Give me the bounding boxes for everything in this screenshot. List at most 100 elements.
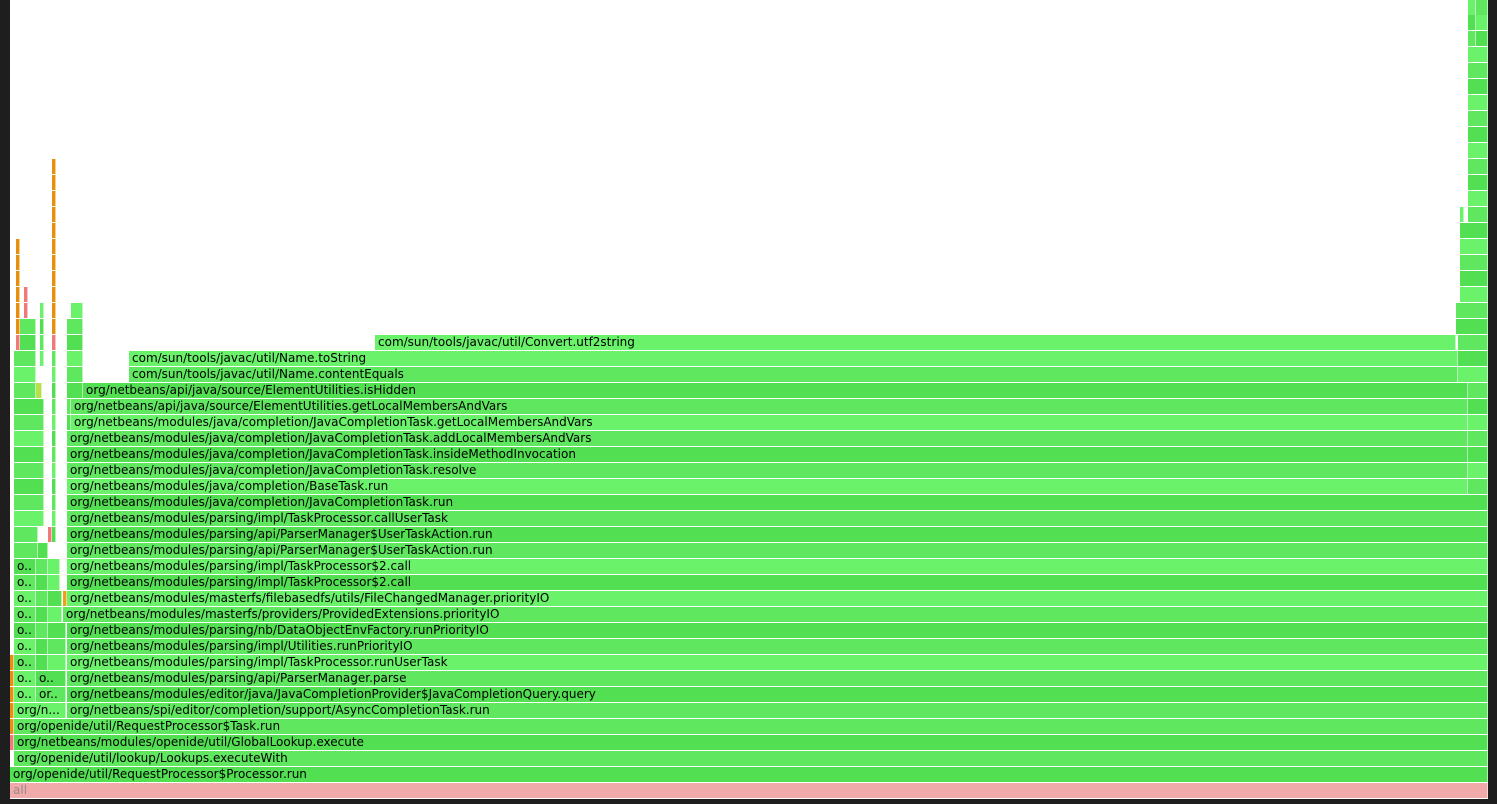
flame-frame[interactable]	[52, 319, 56, 334]
flame-frame[interactable]: org/netbeans/modules/masterfs/providers/…	[63, 607, 1488, 622]
flame-frame[interactable]: o..	[14, 591, 36, 606]
flame-frame[interactable]	[36, 591, 48, 606]
flame-frame[interactable]	[52, 207, 56, 222]
flame-frame[interactable]	[52, 511, 56, 526]
flame-frame[interactable]: o..	[14, 575, 36, 590]
flame-frame[interactable]: org/n...	[14, 703, 66, 718]
flame-frame[interactable]	[14, 463, 44, 478]
flame-frame[interactable]	[48, 559, 60, 574]
flame-frame[interactable]	[52, 159, 56, 174]
flame-frame[interactable]	[1468, 191, 1488, 206]
flame-frame[interactable]: org/netbeans/modules/openide/util/Global…	[14, 735, 1488, 750]
flame-frame[interactable]: org/netbeans/modules/java/completion/Jav…	[67, 495, 1488, 510]
flame-frame[interactable]: o..	[14, 687, 36, 702]
flame-frame[interactable]	[71, 303, 83, 318]
flame-frame[interactable]	[1468, 63, 1488, 78]
flame-frame[interactable]	[20, 335, 36, 350]
flame-frame[interactable]	[1468, 383, 1488, 398]
flame-frame[interactable]	[14, 495, 44, 510]
flame-frame[interactable]	[1468, 463, 1488, 478]
flame-frame[interactable]	[40, 351, 44, 366]
flame-frame[interactable]	[1476, 0, 1488, 15]
flame-frame[interactable]: or..	[36, 687, 66, 702]
flame-frame[interactable]	[40, 335, 44, 350]
flame-frame[interactable]	[52, 479, 56, 494]
flame-frame[interactable]: com/sun/tools/javac/util/Name.contentEqu…	[129, 367, 1458, 382]
flame-frame[interactable]	[40, 303, 44, 318]
flame-frame[interactable]	[16, 255, 20, 270]
flame-frame[interactable]	[48, 623, 66, 638]
flame-frame[interactable]: org/netbeans/modules/parsing/impl/TaskPr…	[67, 655, 1488, 670]
flame-frame[interactable]	[67, 351, 83, 366]
flame-frame[interactable]: o..	[14, 623, 36, 638]
flame-frame[interactable]	[36, 623, 48, 638]
flame-frame[interactable]	[1476, 15, 1488, 30]
flame-frame[interactable]	[67, 383, 83, 398]
flame-frame[interactable]: org/netbeans/modules/parsing/api/ParserM…	[67, 527, 1488, 542]
flame-frame[interactable]	[16, 303, 20, 318]
flame-frame[interactable]	[52, 191, 56, 206]
flame-frame[interactable]	[48, 607, 62, 622]
flame-frame[interactable]: org/netbeans/modules/parsing/impl/TaskPr…	[67, 559, 1488, 574]
flame-frame[interactable]: o..	[14, 607, 36, 622]
flame-frame[interactable]	[1456, 319, 1488, 334]
flame-frame[interactable]	[52, 399, 56, 414]
flame-frame[interactable]: com/sun/tools/javac/util/Convert.utf2str…	[375, 335, 1456, 350]
flame-frame[interactable]	[52, 463, 56, 478]
flame-frame[interactable]	[67, 415, 71, 430]
flame-frame[interactable]	[16, 287, 20, 302]
flame-frame[interactable]	[1468, 431, 1488, 446]
flame-frame[interactable]: org/netbeans/spi/editor/completion/suppo…	[67, 703, 1488, 718]
flame-frame[interactable]	[52, 527, 56, 542]
flame-frame[interactable]	[1468, 175, 1488, 190]
flame-frame[interactable]	[48, 655, 66, 670]
flame-frame[interactable]: o..	[14, 655, 36, 670]
flame-frame[interactable]	[52, 431, 56, 446]
flame-frame[interactable]: org/netbeans/modules/java/completion/Jav…	[67, 447, 1468, 462]
flame-frame[interactable]	[1468, 47, 1488, 62]
flame-frame[interactable]	[1458, 351, 1488, 366]
flame-frame[interactable]	[36, 655, 48, 670]
flame-frame[interactable]: org/openide/util/lookup/Lookups.executeW…	[14, 751, 1488, 766]
flame-frame[interactable]	[67, 335, 83, 350]
flame-frame[interactable]	[1476, 31, 1488, 46]
flame-frame[interactable]: org/netbeans/api/java/source/ElementUtil…	[83, 383, 1468, 398]
flame-frame[interactable]	[67, 367, 83, 382]
flame-frame[interactable]	[1460, 223, 1488, 238]
flame-frame[interactable]: org/netbeans/modules/parsing/impl/TaskPr…	[67, 511, 1488, 526]
flame-frame[interactable]	[10, 719, 14, 734]
flame-frame[interactable]	[1468, 479, 1488, 494]
flame-frame[interactable]: o..	[14, 559, 36, 574]
flame-frame[interactable]	[1468, 0, 1476, 15]
flame-frame[interactable]	[52, 383, 56, 398]
flame-frame[interactable]	[24, 303, 28, 318]
flame-frame[interactable]	[1460, 207, 1464, 222]
flame-frame[interactable]: org/netbeans/modules/parsing/api/ParserM…	[67, 671, 1488, 686]
flame-frame[interactable]: org/netbeans/modules/parsing/impl/Utilit…	[67, 639, 1488, 654]
flame-frame[interactable]: org/netbeans/api/java/source/ElementUtil…	[71, 399, 1468, 414]
flame-frame[interactable]	[1468, 31, 1476, 46]
flame-frame[interactable]	[14, 447, 44, 462]
flame-frame[interactable]	[52, 223, 56, 238]
flame-frame[interactable]	[52, 415, 56, 430]
flame-frame[interactable]: o..	[36, 671, 66, 686]
flame-frame[interactable]	[52, 367, 56, 382]
flame-frame[interactable]	[38, 543, 48, 558]
flame-frame[interactable]	[48, 639, 66, 654]
flame-frame[interactable]: org/openide/util/RequestProcessor$Task.r…	[14, 719, 1488, 734]
flame-frame[interactable]	[1460, 287, 1488, 302]
flame-frame[interactable]	[14, 431, 44, 446]
flame-frame[interactable]: org/netbeans/modules/masterfs/filebasedf…	[67, 591, 1488, 606]
flame-frame[interactable]	[1456, 303, 1488, 318]
flame-frame[interactable]	[14, 351, 36, 366]
flame-frame[interactable]	[1468, 79, 1488, 94]
flame-frame[interactable]	[52, 303, 56, 318]
flame-frame[interactable]	[1468, 95, 1488, 110]
flame-frame[interactable]	[1468, 207, 1488, 222]
flame-frame[interactable]	[1468, 159, 1488, 174]
flame-frame[interactable]: com/sun/tools/javac/util/Name.toString	[129, 351, 1458, 366]
flame-frame[interactable]	[52, 287, 56, 302]
flame-frame[interactable]	[1468, 399, 1488, 414]
flame-frame[interactable]: org/netbeans/modules/java/completion/Jav…	[67, 463, 1468, 478]
flame-frame[interactable]	[1468, 415, 1488, 430]
